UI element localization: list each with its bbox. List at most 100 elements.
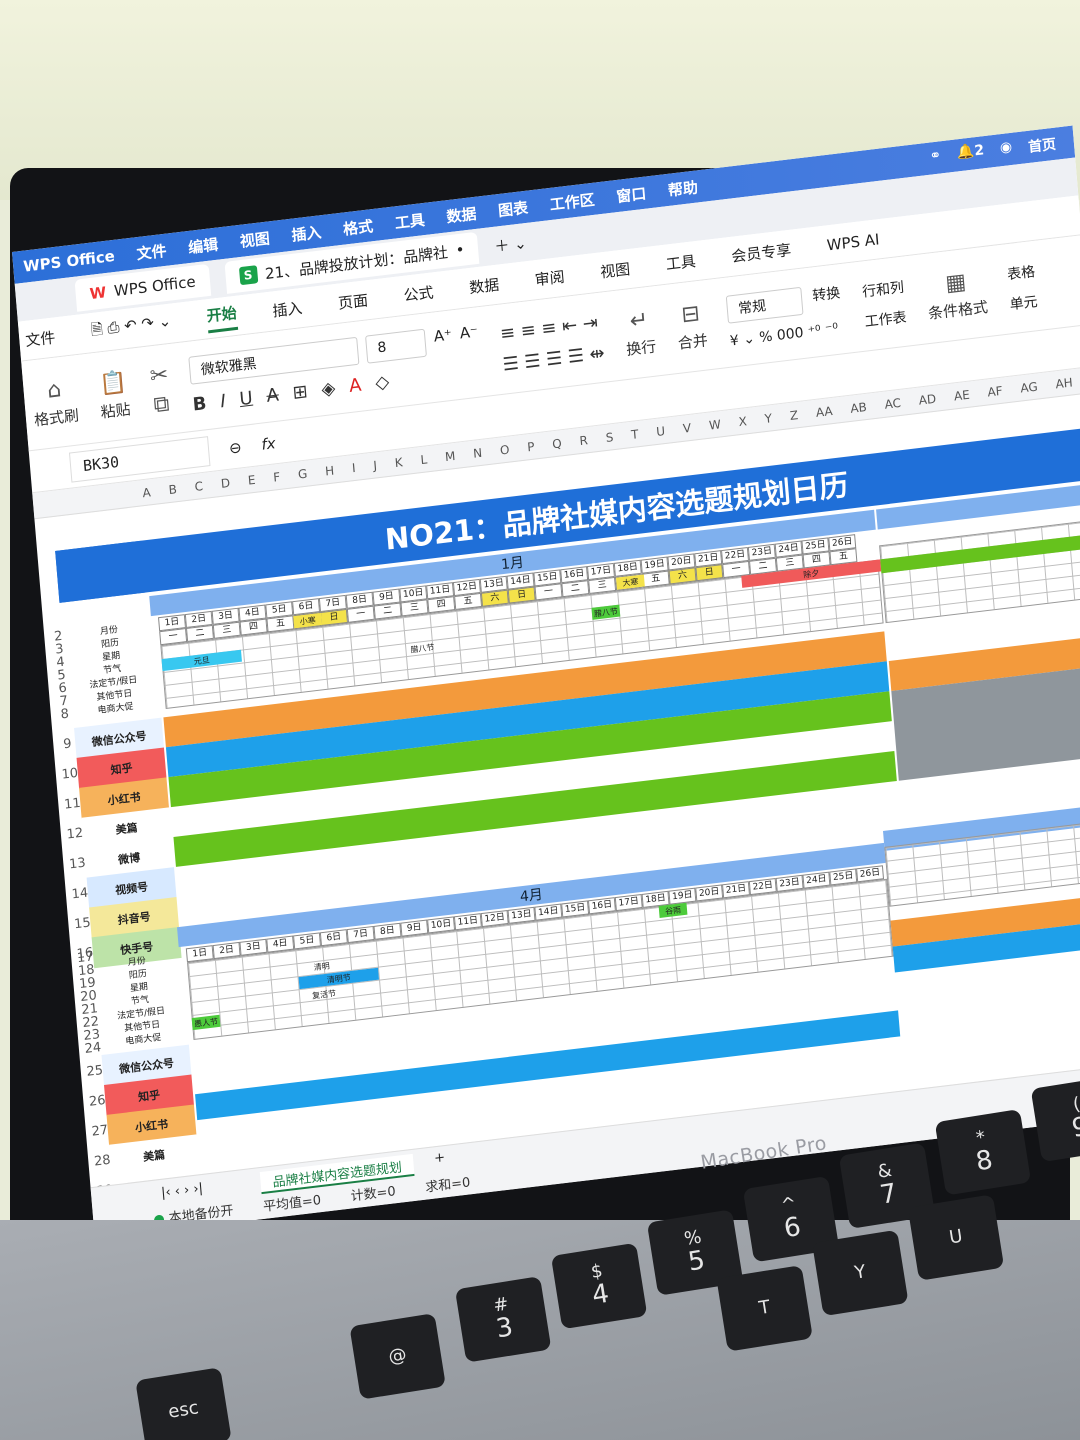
fx-icon[interactable]: fx (261, 434, 277, 454)
menu-file[interactable]: 文件 (136, 239, 168, 263)
key-digit: 4 (589, 1278, 612, 1311)
column-header[interactable]: H (325, 463, 335, 478)
convert-button[interactable]: 转换 (811, 282, 841, 313)
column-header[interactable]: W (708, 417, 721, 432)
font-color-icon[interactable]: A (348, 375, 362, 397)
column-header[interactable]: F (273, 469, 281, 484)
align-left-icon[interactable]: ☰ ☰ ☰ ☰ ⇹ (502, 342, 606, 375)
tab-data[interactable]: 数据 (468, 274, 500, 298)
tab-page[interactable]: 页面 (337, 289, 369, 313)
cond-format-icon: ▦ (944, 268, 968, 297)
share-icon[interactable]: ⚭ (929, 147, 942, 168)
cut-copy-group[interactable]: ✂ ⧉ (149, 362, 172, 418)
menu-data[interactable]: 数据 (446, 202, 478, 226)
tab-member[interactable]: 会员专享 (731, 239, 792, 267)
cond-format-button[interactable]: ▦ 条件格式 (925, 266, 989, 323)
record-icon[interactable]: ◉ (999, 139, 1013, 160)
app-name[interactable]: WPS Office (23, 247, 116, 276)
menu-format[interactable]: 格式 (342, 215, 374, 239)
menu-insert[interactable]: 插入 (291, 221, 323, 245)
font-grow-icon[interactable]: A⁺ (433, 326, 453, 356)
home-badge[interactable]: 首页 (1027, 134, 1057, 157)
tab-tools[interactable]: 工具 (665, 250, 697, 274)
column-header[interactable]: AA (815, 403, 833, 419)
tab-view[interactable]: 视图 (599, 258, 631, 282)
rows-cols-button[interactable]: 行和列 (861, 276, 905, 301)
cell-button[interactable]: 单元 (1009, 290, 1038, 313)
italic-icon[interactable]: I (219, 391, 226, 413)
column-header[interactable]: N (473, 445, 483, 460)
notification-icon[interactable]: 🔔2 (956, 142, 985, 165)
column-header[interactable]: O (499, 442, 510, 457)
tab-review[interactable]: 审阅 (534, 266, 566, 290)
border-icon[interactable]: ⊞ (292, 381, 309, 404)
fill-color-icon[interactable]: ◈ (321, 378, 337, 401)
column-header[interactable]: L (420, 452, 428, 467)
strikethrough-icon[interactable]: A (266, 384, 280, 406)
eraser-icon[interactable]: ◇ (374, 371, 390, 394)
column-header[interactable]: AG (1020, 379, 1038, 395)
close-icon[interactable]: • (455, 240, 465, 259)
column-header[interactable]: B (168, 482, 177, 497)
column-header[interactable]: S (605, 430, 614, 445)
menu-chart[interactable]: 图表 (497, 196, 529, 220)
column-header[interactable]: C (194, 479, 204, 494)
column-header[interactable]: AH (1055, 375, 1073, 391)
font-size-select[interactable]: 8 (365, 328, 428, 364)
menu-help[interactable]: 帮助 (667, 176, 699, 200)
format-painter-button[interactable]: ⌂ 格式刷 (31, 375, 80, 430)
tab-insert[interactable]: 插入 (272, 297, 304, 321)
keyboard-key: * 8 (934, 1109, 1032, 1196)
column-header[interactable]: A (142, 485, 151, 500)
row-number[interactable]: 8 (50, 705, 79, 723)
key-digit: 5 (685, 1245, 707, 1278)
worksheet-button[interactable]: 工作表 (864, 306, 907, 331)
new-tab-icon[interactable]: ＋ ⌄ (493, 232, 528, 257)
column-header[interactable]: AD (918, 391, 937, 407)
menu-window[interactable]: 窗口 (615, 182, 647, 206)
menu-edit[interactable]: 编辑 (187, 233, 219, 257)
currency-percent-icons[interactable]: ¥ ⌄ % 000 ⁺⁰ ⁻⁰ (729, 320, 844, 349)
number-format-select[interactable]: 常规 (726, 286, 804, 324)
column-header[interactable]: G (297, 466, 307, 481)
column-header[interactable]: AB (850, 399, 868, 415)
menu-workspace[interactable]: 工作区 (549, 188, 595, 214)
tab-home[interactable]: 开始 (205, 301, 239, 333)
quick-access-icons[interactable]: 🗎 ⎙ ↶ ↷ ⌄ (90, 311, 172, 345)
column-header[interactable]: P (527, 439, 535, 454)
column-header[interactable]: K (394, 455, 403, 470)
column-header[interactable]: AE (953, 387, 970, 403)
column-header[interactable]: I (351, 460, 356, 474)
menu-tools[interactable]: 工具 (394, 208, 426, 232)
align-top-icon[interactable]: ≡ ≡ ≡ ⇤ ⇥ (499, 311, 603, 345)
wrap-button[interactable]: ↵ 换行 (623, 306, 657, 359)
column-header[interactable]: U (656, 423, 666, 438)
key-symbol: @ (386, 1343, 409, 1368)
column-header[interactable]: T (631, 427, 639, 442)
column-header[interactable]: AC (884, 395, 901, 411)
column-header[interactable]: Z (789, 408, 798, 423)
column-header[interactable]: X (738, 414, 747, 429)
merge-button[interactable]: ⊟ 合并 (675, 300, 709, 353)
zoom-formula-icon[interactable]: ⊖ (228, 438, 242, 457)
column-header[interactable]: AF (987, 383, 1003, 399)
tab-formula[interactable]: 公式 (403, 281, 435, 305)
column-header[interactable]: D (220, 475, 230, 490)
align-group: ≡ ≡ ≡ ⇤ ⇥ ☰ ☰ ☰ ☰ ⇹ (499, 311, 605, 375)
column-header[interactable]: R (579, 433, 588, 448)
copy-icon: ⧉ (152, 390, 171, 418)
bold-icon[interactable]: B (192, 393, 207, 416)
column-header[interactable]: Q (552, 436, 563, 451)
column-header[interactable]: V (682, 420, 691, 435)
font-shrink-icon[interactable]: A⁻ (459, 322, 479, 352)
paste-button[interactable]: 📋 粘贴 (97, 369, 132, 422)
menu-view[interactable]: 视图 (239, 227, 271, 251)
column-header[interactable]: J (373, 458, 378, 472)
tab-wps-ai[interactable]: WPS AI (826, 230, 880, 254)
column-header[interactable]: Y (764, 411, 772, 426)
ribbon-file[interactable]: 文件 (25, 327, 57, 351)
column-header[interactable]: M (444, 448, 455, 463)
column-header[interactable]: E (247, 472, 256, 487)
table-style-button[interactable]: 表格 (1006, 261, 1036, 284)
underline-icon[interactable]: U (239, 388, 254, 411)
